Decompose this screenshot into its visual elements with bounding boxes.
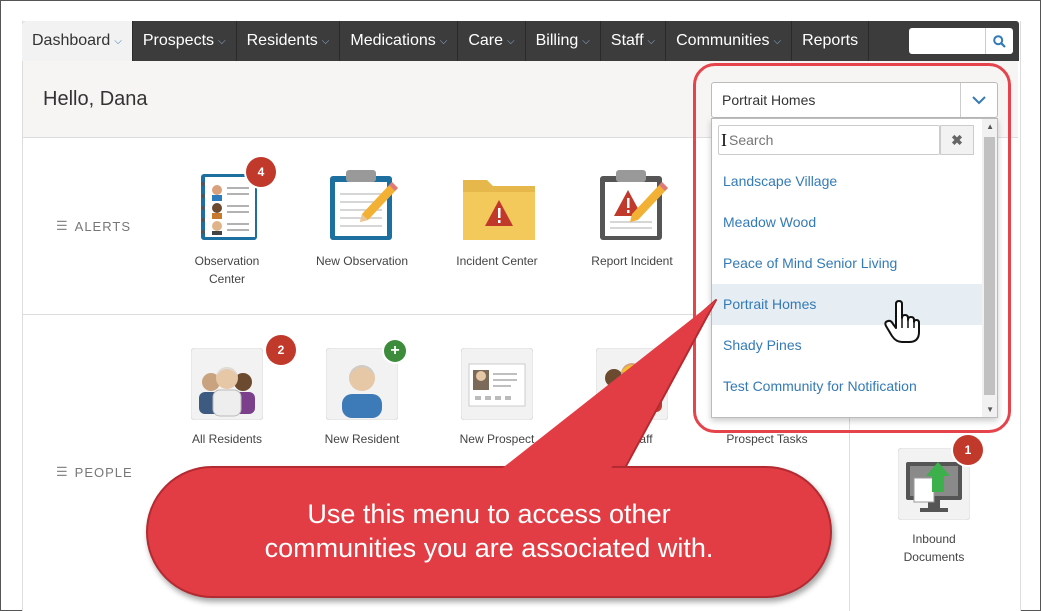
hand-pointer-icon xyxy=(884,300,920,343)
callout-line-1: Use this menu to access other xyxy=(307,499,671,529)
callout-line-2: communities you are associated with. xyxy=(264,533,714,563)
callout-text: Use this menu to access other communitie… xyxy=(146,497,832,565)
